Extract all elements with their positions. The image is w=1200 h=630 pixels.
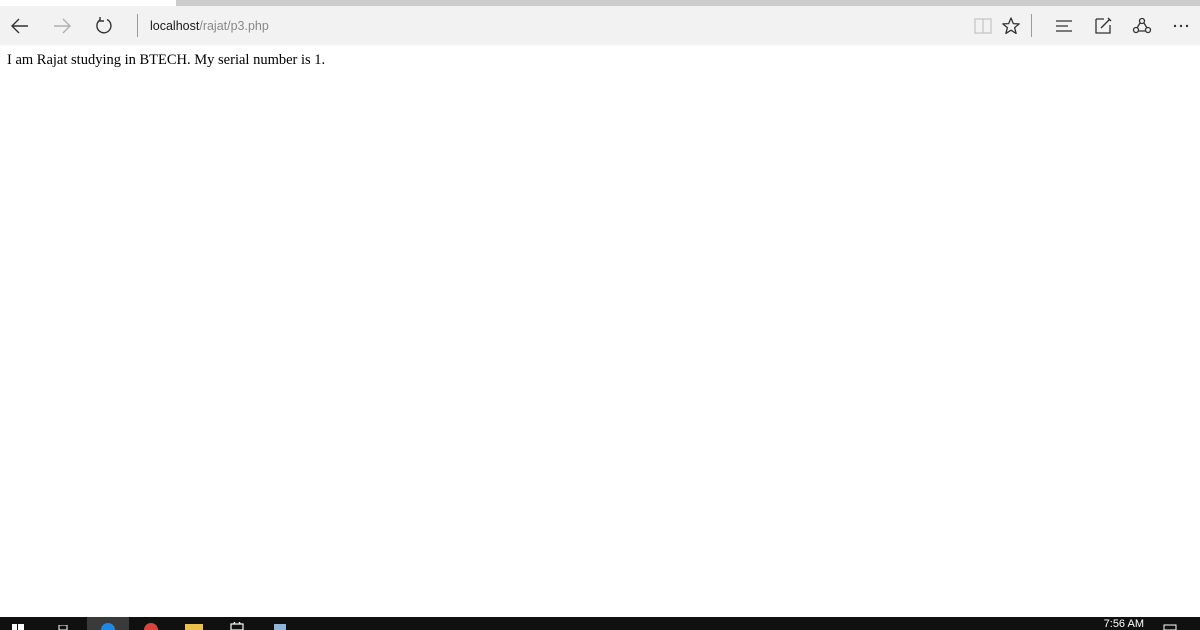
web-note-icon <box>1095 17 1112 34</box>
page-content: I am Rajat studying in BTECH. My serial … <box>7 52 325 69</box>
action-center-icon[interactable] <box>1163 624 1177 630</box>
taskbar-app-chrome[interactable] <box>130 617 172 630</box>
refresh-icon <box>96 16 112 33</box>
web-note-button[interactable] <box>1083 6 1123 45</box>
folder-icon <box>185 624 203 630</box>
toolbar-separator-right <box>1031 14 1032 37</box>
hub-button[interactable] <box>1044 6 1084 45</box>
taskbar-app-edge[interactable] <box>87 617 129 630</box>
browser-toolbar: localhost/rajat/p3.php <box>0 6 1200 45</box>
app-icon <box>274 624 286 630</box>
back-arrow-icon <box>11 18 28 33</box>
taskbar: 7:56 AM <box>0 617 1200 630</box>
chrome-icon <box>144 623 158 630</box>
address-host: localhost <box>150 18 200 33</box>
star-icon <box>1002 16 1020 34</box>
toolbar-separator <box>137 14 138 37</box>
start-icon[interactable] <box>12 621 24 630</box>
more-button[interactable] <box>1161 6 1200 45</box>
taskbar-clock[interactable]: 7:56 AM <box>1104 619 1144 630</box>
hub-icon <box>1056 19 1072 32</box>
share-icon <box>1132 17 1152 33</box>
edge-icon <box>101 623 115 630</box>
forward-button[interactable] <box>42 6 82 45</box>
address-bar[interactable]: localhost/rajat/p3.php <box>150 6 950 45</box>
taskbar-app-store[interactable] <box>216 617 258 630</box>
reading-view-icon <box>974 17 992 34</box>
favorite-button[interactable] <box>991 6 1031 45</box>
back-button[interactable] <box>0 6 40 45</box>
taskbar-app-explorer[interactable] <box>173 617 215 630</box>
task-view-button[interactable] <box>44 617 86 630</box>
refresh-button[interactable] <box>84 6 124 45</box>
share-button[interactable] <box>1122 6 1162 45</box>
page-text: I am Rajat studying in BTECH. My serial … <box>7 52 326 68</box>
more-icon <box>1173 24 1189 27</box>
address-path: /rajat/p3.php <box>199 18 269 33</box>
task-view-icon <box>58 625 68 630</box>
forward-arrow-icon <box>54 18 71 33</box>
store-icon <box>230 622 244 630</box>
taskbar-app-other[interactable] <box>259 617 301 630</box>
